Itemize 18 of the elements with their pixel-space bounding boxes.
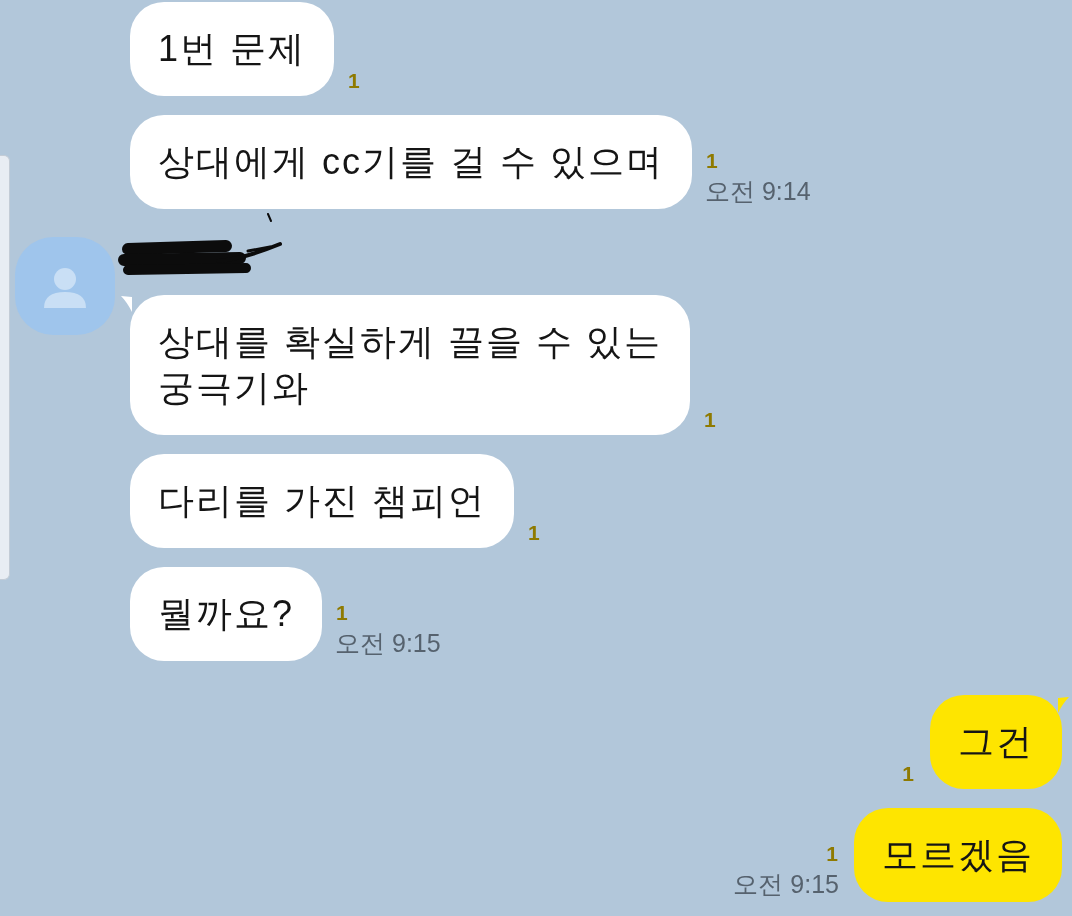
message-bubble: 뭘까요? <box>130 567 323 661</box>
message-bubble: 상대를 확실하게 끌을 수 있는 궁극기와 <box>130 295 690 435</box>
timestamp: 오전 9:15 <box>733 872 839 897</box>
unread-count: 1 <box>825 843 839 864</box>
timestamp: 오전 9:14 <box>705 179 811 204</box>
person-avatar-icon[interactable] <box>15 237 115 335</box>
unread-count: 1 <box>901 763 915 784</box>
message-bubble: 상대에게 cc기를 걸 수 있으며 <box>130 115 692 209</box>
message-bubble: 그건 <box>930 695 1062 789</box>
unread-count: 1 <box>705 150 719 171</box>
unread-count: 1 <box>335 602 349 623</box>
message-bubble: 모르겠음 <box>854 808 1062 902</box>
unread-count: 1 <box>527 522 541 543</box>
message-bubble: 다리를 가진 챔피언 <box>130 454 514 548</box>
unread-count: 1 <box>703 409 717 430</box>
unread-count: 1 <box>347 70 361 91</box>
timestamp: 오전 9:15 <box>335 631 441 656</box>
message-bubble: 1번 문제 <box>130 2 335 96</box>
